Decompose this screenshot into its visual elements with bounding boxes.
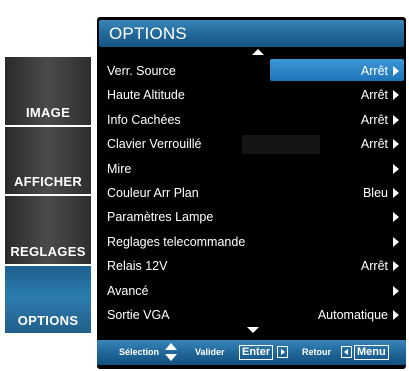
chevron-right-icon[interactable] <box>393 163 399 174</box>
tab-afficher-label: AFFICHER <box>13 174 83 189</box>
menu-item-relais-12v[interactable]: Relais 12V Arrêt <box>97 254 406 278</box>
up-down-arrows-icon <box>165 343 177 362</box>
menu-item-couleur-arr-plan[interactable]: Couleur Arr Plan Bleu <box>97 181 406 205</box>
panel-header: OPTIONS <box>99 20 404 47</box>
chevron-right-icon[interactable] <box>393 261 399 272</box>
chevron-right-icon[interactable] <box>393 285 399 296</box>
menu-item-value: Arrêt <box>360 137 388 152</box>
menu-item-sortie-vga[interactable]: Sortie VGA Automatique <box>97 303 406 327</box>
chevron-right-icon[interactable] <box>393 309 399 320</box>
menu-item-parametres-lampe[interactable]: Paramètres Lampe <box>97 205 406 229</box>
chevron-right-icon[interactable] <box>393 139 399 150</box>
menu-item-reglages-telecommande[interactable]: Reglages telecommande <box>97 230 406 254</box>
chevron-right-icon[interactable] <box>393 236 399 247</box>
footer-help-bar: Sélection Valider Enter Retour Menu <box>97 340 406 365</box>
menu-item-mire[interactable]: Mire <box>97 157 406 181</box>
selection-label: Sélection <box>119 347 160 357</box>
panel-title: OPTIONS <box>109 24 187 43</box>
left-arrow-key-icon <box>341 346 352 358</box>
menu-item-clavier-verrouille[interactable]: Clavier Verrouillé Arrêt <box>97 132 406 156</box>
menu-item-value: Arrêt <box>360 112 388 127</box>
chevron-right-icon[interactable] <box>393 187 399 198</box>
menu-item-label: Couleur Arr Plan <box>107 185 199 200</box>
sidebar: IMAGE AFFICHER REGLAGES OPTIONS <box>5 57 91 333</box>
menu-item-label: Paramètres Lampe <box>107 210 214 225</box>
scroll-up-icon[interactable] <box>252 49 264 55</box>
value-background-box <box>242 135 320 155</box>
menu-item-label: Clavier Verrouillé <box>107 137 202 152</box>
chevron-right-icon[interactable] <box>393 212 399 223</box>
options-panel: OPTIONS Verr. Source Arrêt Haute Altitud… <box>97 17 406 369</box>
enter-key: Enter <box>239 345 274 360</box>
chevron-right-icon[interactable] <box>393 114 399 125</box>
menu-list: Verr. Source Arrêt Haute Altitude Arrêt … <box>97 59 406 327</box>
chevron-right-icon[interactable] <box>393 90 399 101</box>
menu-item-value: Arrêt <box>360 88 388 103</box>
menu-item-label: Sortie VGA <box>107 307 170 322</box>
tab-image-label: IMAGE <box>25 104 71 120</box>
menu-item-value: Bleu <box>362 185 388 200</box>
tab-reglages-label: REGLAGES <box>10 243 86 259</box>
menu-item-label: Verr. Source <box>107 64 176 78</box>
valider-label: Valider <box>195 347 225 357</box>
menu-key: Menu <box>354 345 389 360</box>
menu-item-label: Info Cachées <box>107 112 181 127</box>
tab-options-label: OPTIONS <box>17 313 79 328</box>
menu-item-info-cachees[interactable]: Info Cachées Arrêt <box>97 108 406 132</box>
menu-item-label: Haute Altitude <box>107 88 185 103</box>
menu-item-avance[interactable]: Avancé <box>97 279 406 303</box>
menu-item-value: Arrêt <box>360 259 388 274</box>
menu-item-label: Reglages telecommande <box>107 234 246 249</box>
tab-reglages[interactable]: REGLAGES <box>5 196 91 264</box>
menu-item-value: Arrêt <box>360 64 388 78</box>
menu-item-label: Avancé <box>107 283 149 298</box>
tab-image[interactable]: IMAGE <box>5 57 91 125</box>
right-arrow-key-icon <box>277 346 288 358</box>
menu-item-value: Automatique <box>317 307 388 322</box>
menu-item-verr-source[interactable]: Verr. Source Arrêt <box>97 59 406 83</box>
scroll-down-icon[interactable] <box>247 327 259 333</box>
retour-label: Retour <box>302 347 331 357</box>
menu-item-haute-altitude[interactable]: Haute Altitude Arrêt <box>97 83 406 107</box>
tab-afficher[interactable]: AFFICHER <box>5 126 91 194</box>
menu-item-label: Relais 12V <box>107 259 168 274</box>
chevron-right-icon[interactable] <box>393 66 399 76</box>
menu-item-label: Mire <box>107 161 132 176</box>
tab-options[interactable]: OPTIONS <box>5 265 91 333</box>
